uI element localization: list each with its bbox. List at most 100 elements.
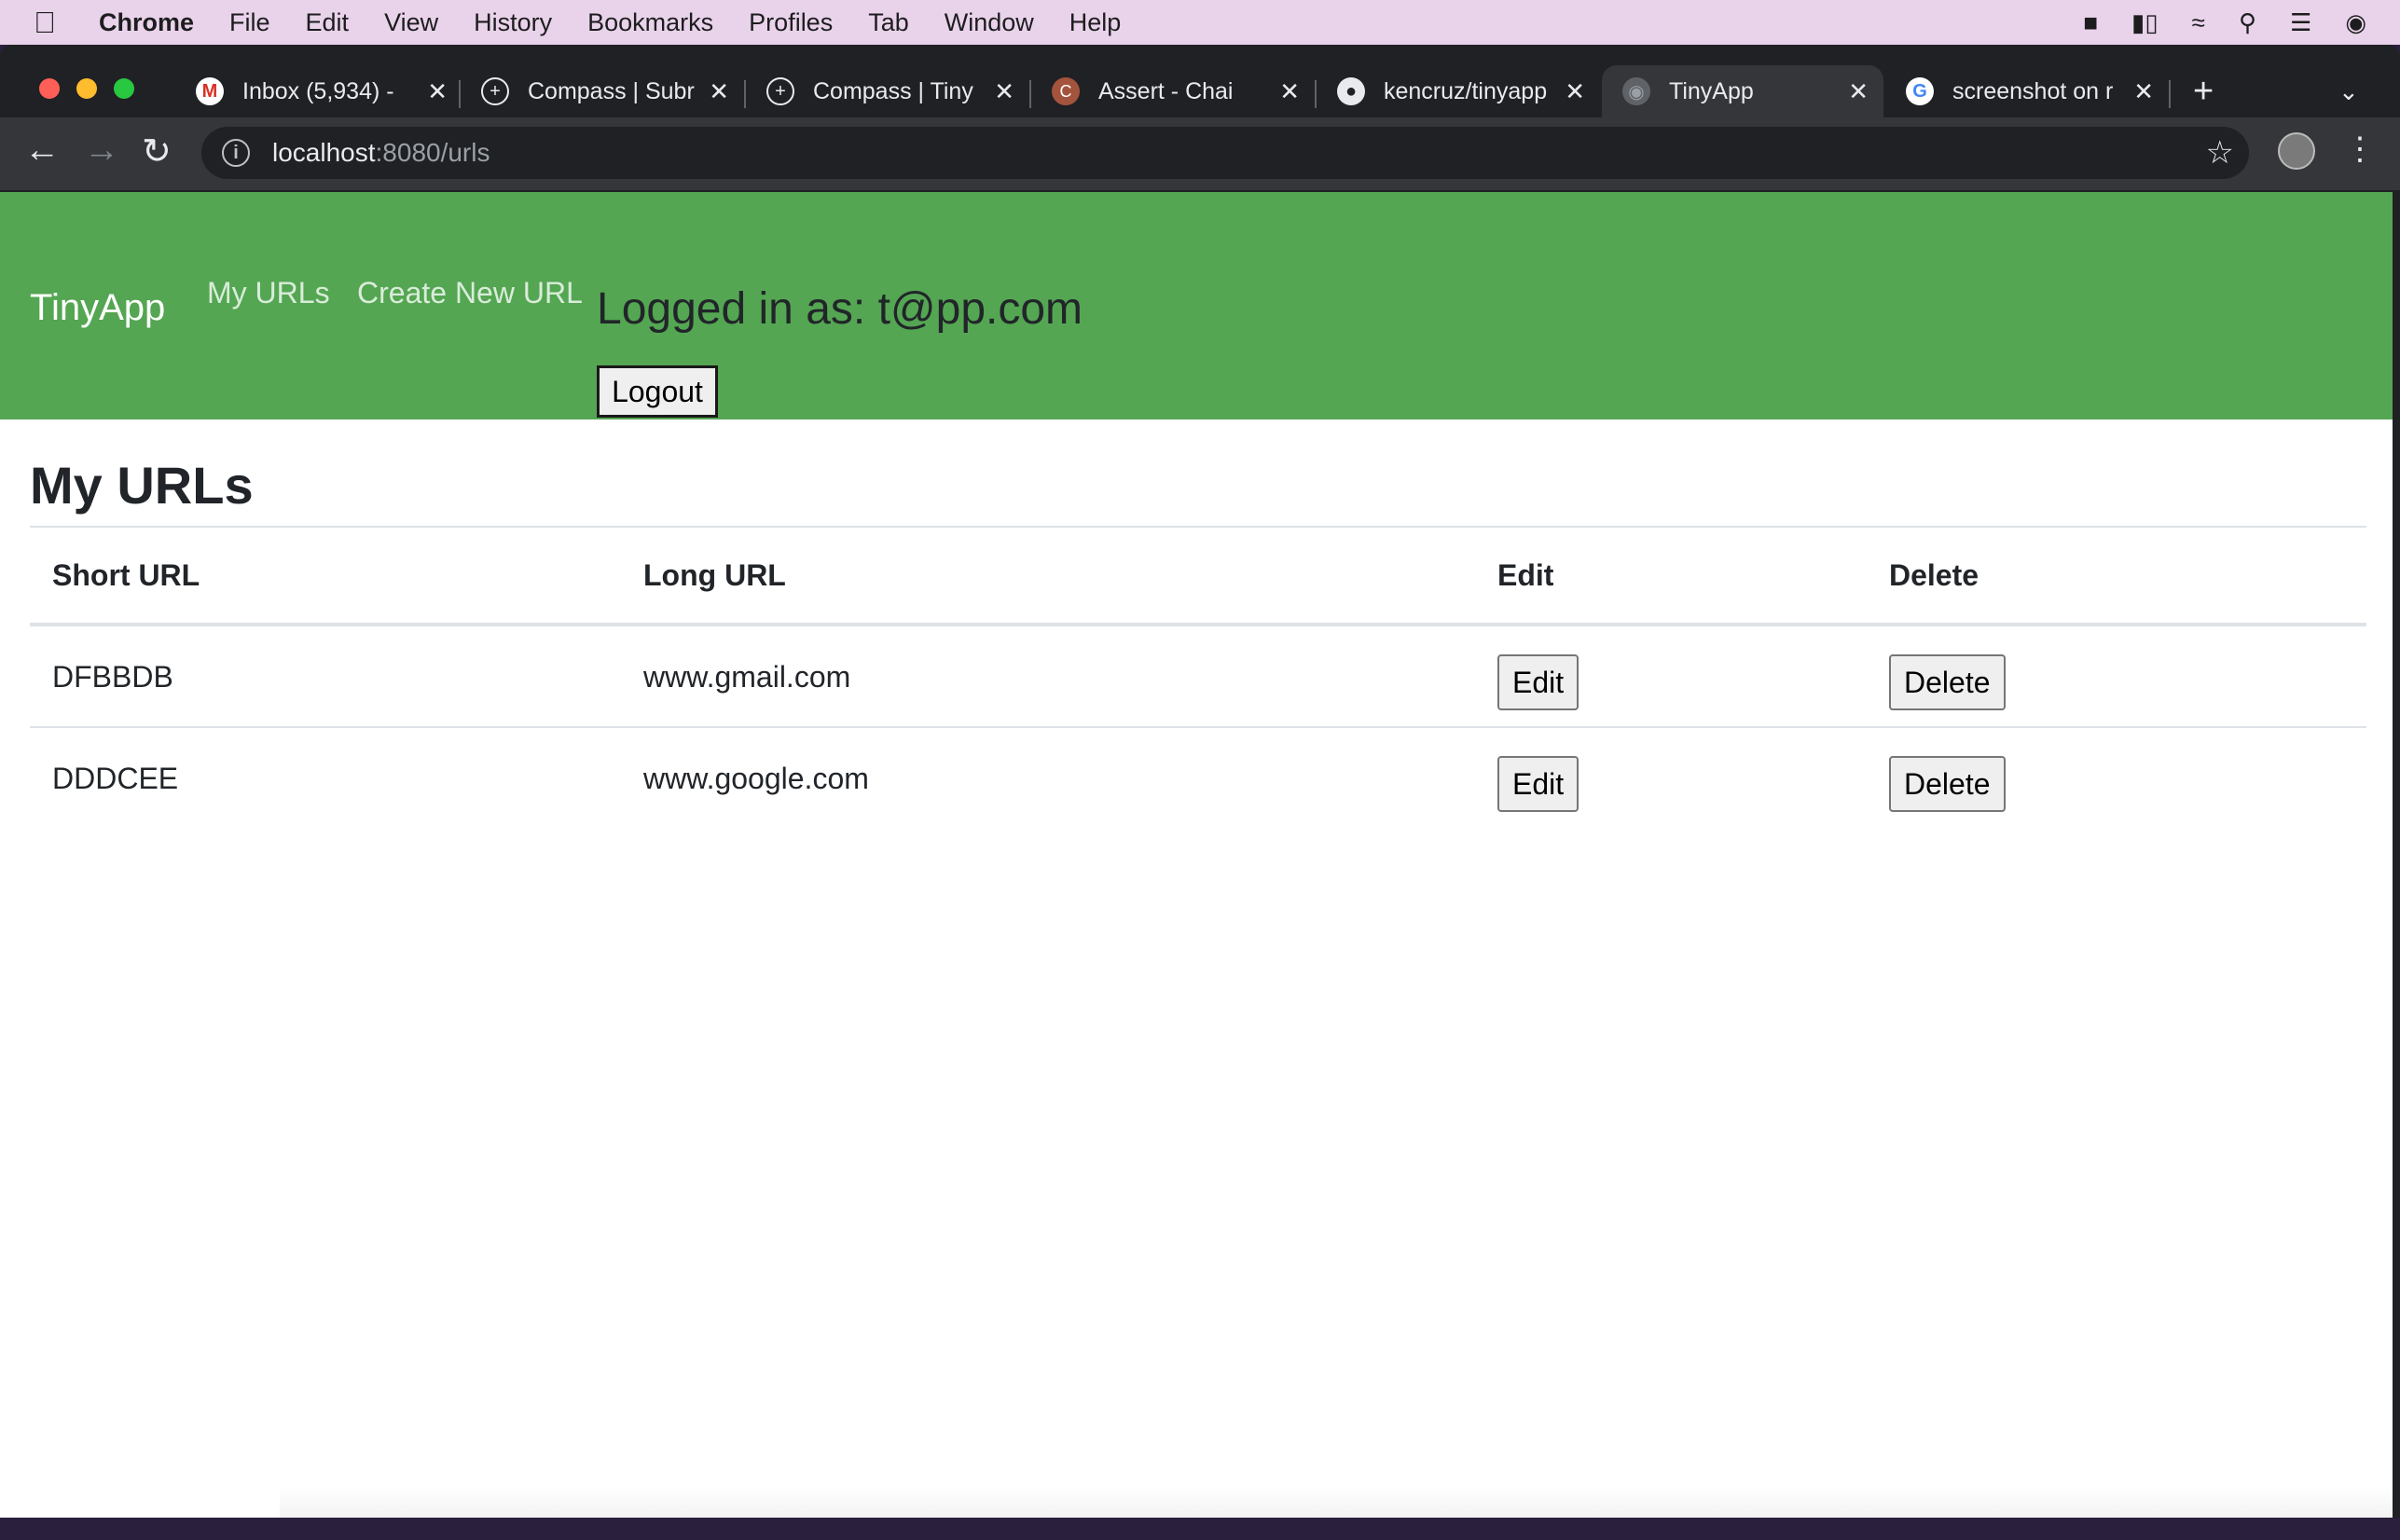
tab-compass-sub[interactable]: + Compass | Subr ✕ [481, 69, 729, 114]
edit-button[interactable]: Edit [1497, 654, 1579, 710]
close-tab-icon[interactable]: ✕ [427, 77, 448, 106]
web-page: TinyApp My URLs Create New URL Logged in… [0, 192, 2393, 1518]
compass-icon: + [481, 77, 509, 105]
tab-title: Inbox (5,934) - [242, 77, 394, 104]
tab-chai[interactable]: C Assert - Chai ✕ [1052, 69, 1300, 114]
back-icon[interactable]: ← [24, 131, 60, 171]
menu-history[interactable]: History [474, 8, 552, 37]
close-tab-icon[interactable]: ✕ [709, 77, 729, 106]
column-header-delete: Delete [1867, 528, 2366, 626]
compass-icon: + [766, 77, 794, 105]
video-icon[interactable]: ■ [2083, 8, 2098, 37]
url-path: :8080/urls [375, 138, 490, 167]
search-icon[interactable]: ⚲ [2239, 8, 2256, 37]
menu-bookmarks[interactable]: Bookmarks [587, 8, 713, 37]
control-center-icon[interactable]: ☰ [2290, 8, 2311, 37]
tab-strip: M Inbox (5,934) - ✕ + Compass | Subr ✕ +… [0, 45, 2400, 117]
minimize-window-icon[interactable] [76, 78, 97, 99]
table-row: DDDCEE www.google.com Edit Delete [30, 727, 2366, 830]
logged-in-status: Logged in as: t@pp.com [597, 284, 1083, 334]
close-tab-icon[interactable]: ✕ [1565, 77, 1585, 106]
delete-cell: Delete [1867, 625, 2366, 728]
menu-profiles[interactable]: Profiles [749, 8, 833, 37]
tab-title: screenshot on r [1952, 77, 2114, 104]
delete-button[interactable]: Delete [1889, 756, 2006, 812]
tab-gmail[interactable]: M Inbox (5,934) - ✕ [196, 69, 448, 114]
long-url-cell: www.google.com [643, 762, 869, 795]
chevron-down-icon: ⌄ [2338, 76, 2359, 105]
tab-separator [2169, 80, 2171, 108]
column-header-edit: Edit [1475, 528, 1867, 626]
browser-toolbar: ← → ↻ i localhost:8080/urls ☆ ⋮ [0, 117, 2400, 190]
forward-icon[interactable]: → [84, 131, 119, 171]
reload-icon[interactable]: ↻ [142, 131, 172, 172]
column-header-short-url: Short URL [30, 528, 621, 626]
menu-app-name[interactable]: Chrome [99, 8, 194, 37]
address-url[interactable]: localhost:8080/urls [272, 138, 490, 168]
google-icon: G [1906, 77, 1934, 105]
bookmark-star-icon[interactable]: ☆ [2206, 134, 2234, 172]
menu-edit[interactable]: Edit [306, 8, 350, 37]
tab-separator [744, 80, 746, 108]
menu-help[interactable]: Help [1069, 8, 1122, 37]
tab-tinyapp-active[interactable]: ◉ TinyApp ✕ [1602, 65, 1883, 117]
menu-file[interactable]: File [229, 8, 270, 37]
browser-window: M Inbox (5,934) - ✕ + Compass | Subr ✕ +… [0, 45, 2400, 1518]
close-tab-icon[interactable]: ✕ [1848, 77, 1869, 106]
close-tab-icon[interactable]: ✕ [2133, 77, 2154, 106]
delete-button[interactable]: Delete [1889, 654, 2006, 710]
long-url-cell: www.gmail.com [621, 625, 1475, 728]
delete-cell: Delete [1867, 727, 2366, 830]
menu-view[interactable]: View [384, 8, 438, 37]
menu-window[interactable]: Window [945, 8, 1034, 37]
close-tab-icon[interactable]: ✕ [994, 77, 1014, 106]
nav-link-my-urls[interactable]: My URLs [207, 276, 330, 310]
macos-menubar:  Chrome File Edit View History Bookmark… [0, 0, 2400, 45]
page-title: My URLs [30, 456, 254, 515]
short-url-cell: DFBBDB [30, 625, 621, 728]
github-icon: ● [1337, 77, 1365, 105]
plus-icon: + [2193, 71, 2214, 111]
chai-icon: C [1052, 77, 1080, 105]
tab-separator [1315, 80, 1317, 108]
url-host: localhost [272, 138, 376, 167]
edit-cell: Edit [1475, 625, 1867, 728]
profile-avatar[interactable] [2278, 132, 2315, 170]
tab-title: Compass | Tiny [813, 77, 973, 104]
edit-button[interactable]: Edit [1497, 756, 1579, 812]
tab-google[interactable]: G screenshot on r ✕ [1906, 69, 2154, 114]
tab-search-button[interactable]: ⌄ [2338, 69, 2376, 114]
column-header-long-url: Long URL [621, 528, 1475, 626]
more-menu-icon[interactable]: ⋮ [2344, 131, 2376, 168]
gmail-icon: M [196, 77, 224, 105]
tab-title: TinyApp [1669, 77, 1754, 104]
maximize-window-icon[interactable] [114, 78, 134, 99]
address-bar[interactable]: i localhost:8080/urls ☆ [201, 127, 2249, 179]
menu-tab[interactable]: Tab [868, 8, 909, 37]
apple-icon[interactable]:  [34, 6, 80, 40]
site-info-icon[interactable]: i [222, 139, 250, 167]
tab-title: Assert - Chai [1098, 77, 1234, 104]
tab-separator [459, 80, 461, 108]
siri-icon[interactable]: ◉ [2345, 8, 2366, 37]
site-navbar: TinyApp My URLs Create New URL Logged in… [0, 192, 2393, 419]
battery-icon[interactable]: ▮▯ [2131, 8, 2159, 37]
urls-table: Short URL Long URL Edit Delete DFBBDB ww… [30, 528, 2366, 830]
edit-cell: Edit [1475, 727, 1867, 830]
page-bottom-shadow [280, 1488, 2393, 1518]
wifi-icon[interactable]: ≈ [2192, 8, 2205, 37]
tab-compass-tiny[interactable]: + Compass | Tiny ✕ [766, 69, 1014, 114]
site-brand[interactable]: TinyApp [30, 287, 165, 329]
logout-button[interactable]: Logout [597, 365, 718, 418]
tab-title: Compass | Subr [528, 77, 695, 104]
globe-icon: ◉ [1622, 77, 1650, 105]
tab-github[interactable]: ● kencruz/tinyapp ✕ [1337, 69, 1585, 114]
close-window-icon[interactable] [39, 78, 60, 99]
new-tab-button[interactable]: + [2193, 69, 2249, 114]
tab-title: kencruz/tinyapp [1384, 77, 1548, 104]
table-header-row: Short URL Long URL Edit Delete [30, 528, 2366, 626]
close-tab-icon[interactable]: ✕ [1279, 77, 1300, 106]
short-url-cell: DDDCEE [52, 762, 179, 795]
table-row: DFBBDB www.gmail.com Edit Delete [30, 625, 2366, 728]
nav-link-create-new-url[interactable]: Create New URL [357, 276, 583, 310]
